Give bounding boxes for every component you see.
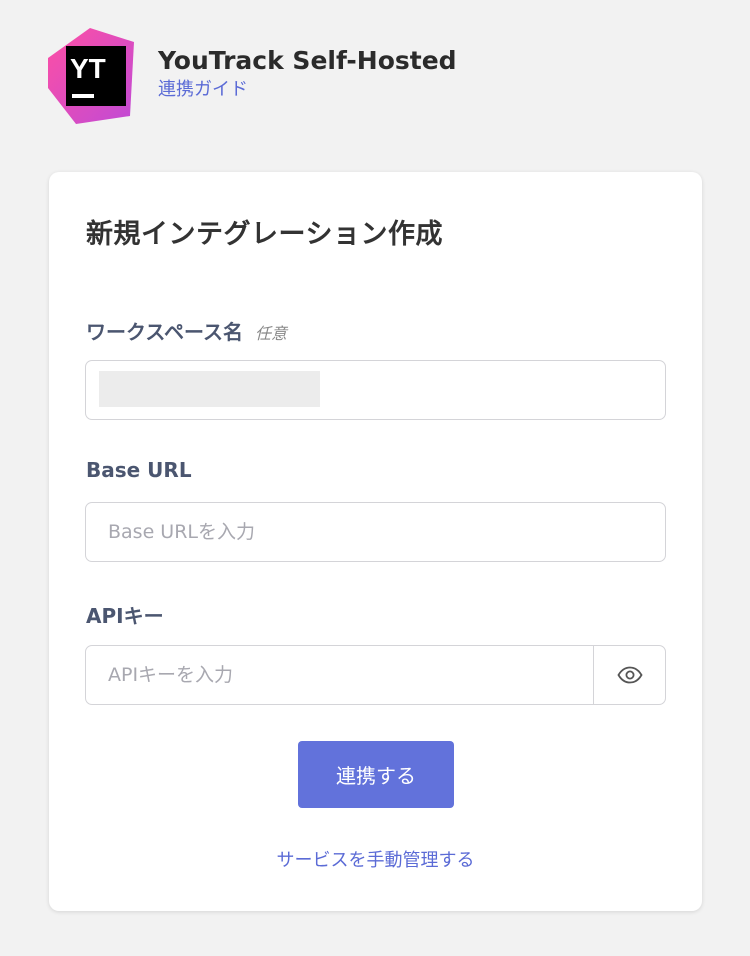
workspace-name-label-text: ワークスペース名: [86, 320, 243, 344]
app-title: YouTrack Self-Hosted: [158, 46, 457, 75]
workspace-name-field[interactable]: [85, 360, 666, 420]
youtrack-logo-icon: YT: [48, 28, 148, 124]
connect-button[interactable]: 連携する: [298, 741, 454, 808]
base-url-label: Base URL: [86, 458, 192, 482]
page-title: 新規インテグレーション作成: [86, 219, 443, 250]
integration-guide-link[interactable]: 連携ガイド: [158, 78, 248, 102]
optional-tag: 任意: [255, 324, 288, 343]
workspace-name-input[interactable]: [86, 361, 665, 419]
integration-form-card: 新規インテグレーション作成 ワークスペース名任意 Base URL APIキー …: [49, 172, 702, 911]
base-url-input[interactable]: [86, 503, 665, 561]
app-header: YT YouTrack Self-Hosted 連携ガイド: [48, 28, 708, 124]
api-key-input[interactable]: [86, 646, 665, 704]
show-password-toggle[interactable]: [593, 646, 665, 704]
workspace-name-label: ワークスペース名 任意: [86, 316, 287, 345]
api-key-label: APIキー: [86, 604, 164, 628]
api-key-field[interactable]: [85, 645, 666, 705]
header-text: YouTrack Self-Hosted 連携ガイド: [158, 44, 457, 102]
logo-text: YT: [70, 53, 106, 84]
eye-icon: [616, 666, 643, 684]
manual-manage-link-text[interactable]: サービスを手動管理する: [277, 850, 475, 871]
base-url-field[interactable]: [85, 502, 666, 562]
manual-manage-link: サービスを手動管理する: [49, 846, 702, 872]
